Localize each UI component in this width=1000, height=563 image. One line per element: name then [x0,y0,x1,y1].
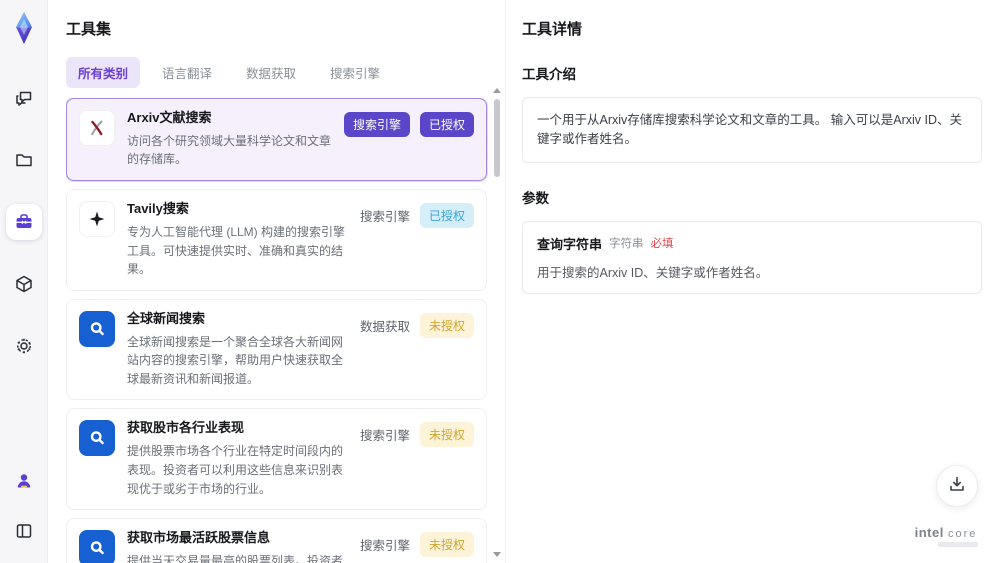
tool-name: 获取市场最活跃股票信息 [127,530,271,546]
tool-card-global-news[interactable]: 全球新闻搜索 全球新闻搜索是一个聚合全球各大新闻网站内容的搜索引擎，帮助用户快速… [66,298,487,401]
detail-title: 工具详情 [522,21,583,38]
category-label: 数据获取 [359,319,410,334]
page-title: 工具集 [66,21,112,38]
sparkle-icon [79,201,115,238]
category-label: 搜索引擎 [359,429,410,444]
tab-search-engine[interactable]: 搜索引擎 [318,57,392,88]
toolbox-icon [14,212,34,232]
app-window: 工具集 所有类别 语言翻译 数据获取 搜索引擎 Arxiv文献搜索 访问各个研究… [0,0,1000,563]
param-type: 字符串 [609,238,644,250]
tool-card-most-active-stocks[interactable]: 获取市场最活跃股票信息 提供当天交易量最高的股票列表。投资者可以利用这些信息来识… [66,518,487,563]
tool-name: 全球新闻搜索 [127,310,206,326]
sidebar-item-toolset[interactable] [5,204,42,240]
brand-core: core [947,528,978,540]
intel-core-logo: intel core [914,525,978,547]
auth-status-badge: 已授权 [419,203,474,229]
param-name: 查询字符串 [537,236,603,252]
panel-toggle-icon[interactable] [6,513,42,549]
scroll-up-arrow-icon[interactable] [493,88,501,93]
tool-card-sector-performance[interactable]: 获取股市各行业表现 提供股票市场各个行业在特定时间段内的表现。投资者可以利用这些… [66,408,487,511]
tool-description: 访问各个研究领域大量科学论文和文章的存储库。 [127,133,332,167]
cube-icon [14,274,34,294]
tool-card-arxiv[interactable]: Arxiv文献搜索 访问各个研究领域大量科学论文和文章的存储库。 搜索引擎 已授… [66,98,487,182]
auth-status-badge: 未授权 [419,312,474,338]
list-scrollbar[interactable] [492,88,502,557]
tool-name: 获取股市各行业表现 [127,420,245,436]
gear-icon [14,336,34,356]
auth-status-badge: 未授权 [419,422,474,448]
tool-detail-panel: 工具详情 工具介绍 一个用于从Arxiv存储库搜索科学论文和文章的工具。 输入可… [505,0,1000,563]
parameter-card: 查询字符串 字符串 必填 用于搜索的Arxiv ID、关键字或作者姓名。 [522,220,982,294]
category-badge: 搜索引擎 [343,112,410,137]
tab-data-fetch[interactable]: 数据获取 [234,57,308,88]
category-label: 搜索引擎 [359,539,410,554]
chat-icon [14,88,34,108]
scrollbar-thumb[interactable] [494,99,500,177]
auth-status-badge: 已授权 [419,112,474,137]
search-app-icon [79,530,115,563]
tool-card-list: Arxiv文献搜索 访问各个研究领域大量科学论文和文章的存储库。 搜索引擎 已授… [66,98,501,563]
tool-description: 提供股票市场各个行业在特定时间段内的表现。投资者可以利用这些信息来识别表现优于或… [127,444,344,496]
search-app-icon [79,310,115,347]
tool-description: 提供当天交易量最高的股票列表。投资者可以利用这些信息来识别流动性强的股票和潜在的… [127,553,344,563]
params-heading: 参数 [522,190,549,206]
sidebar-item-files[interactable] [6,142,42,178]
param-description: 用于搜索的Arxiv ID、关键字或作者姓名。 [537,265,769,280]
sidebar-item-settings[interactable] [6,328,42,364]
arxiv-logo-icon [79,110,115,146]
brand-intel: intel [914,525,944,540]
tool-name: Tavily搜索 [127,201,189,217]
category-label: 搜索引擎 [359,210,410,225]
tab-language-translation[interactable]: 语言翻译 [150,57,224,88]
sidebar-item-chat[interactable] [6,80,42,116]
folder-icon [14,150,34,170]
download-icon [948,475,966,498]
app-logo[interactable] [8,8,40,48]
download-button[interactable] [936,465,978,507]
category-tabs: 所有类别 语言翻译 数据获取 搜索引擎 [66,57,501,88]
brand-underline [938,542,978,547]
tool-name: Arxiv文献搜索 [127,110,212,125]
intro-text-box: 一个用于从Arxiv存储库搜索科学论文和文章的工具。 输入可以是Arxiv ID… [522,97,982,163]
tool-description: 专为人工智能代理 (LLM) 构建的搜索引擎工具。可快速提供实时、准确和真实的结… [127,224,346,277]
left-rail [0,0,48,563]
tool-description: 全球新闻搜索是一个聚合全球各大新闻网站内容的搜索引擎，帮助用户快速获取全球最新资… [127,334,344,386]
sidebar-item-packages[interactable] [6,266,42,302]
auth-status-badge: 未授权 [419,532,474,558]
param-required-flag: 必填 [650,238,674,250]
tool-list-panel: 工具集 所有类别 语言翻译 数据获取 搜索引擎 Arxiv文献搜索 访问各个研究… [48,0,505,563]
tool-card-tavily[interactable]: Tavily搜索 专为人工智能代理 (LLM) 构建的搜索引擎工具。可快速提供实… [66,189,487,291]
intro-heading: 工具介绍 [522,67,576,82]
search-app-icon [79,420,115,457]
scroll-down-arrow-icon[interactable] [493,552,501,557]
tab-all-categories[interactable]: 所有类别 [66,57,141,88]
user-avatar[interactable] [6,463,42,499]
